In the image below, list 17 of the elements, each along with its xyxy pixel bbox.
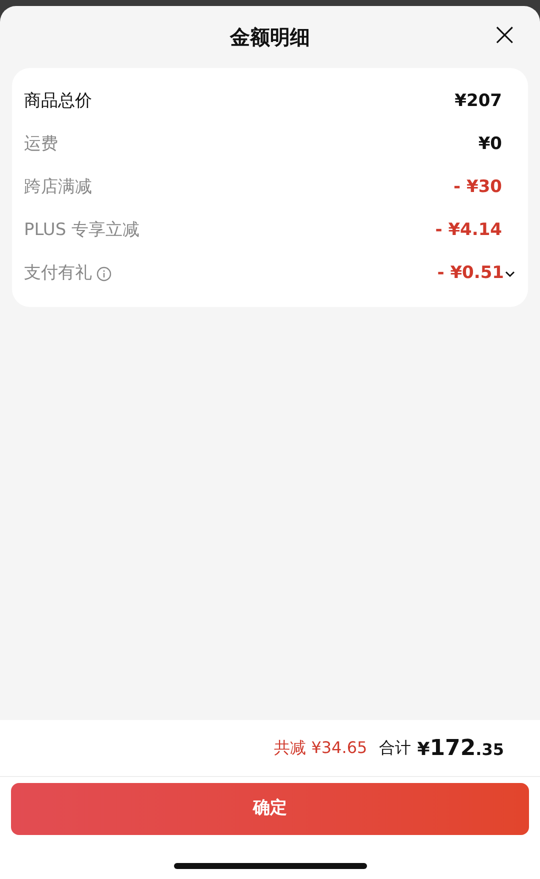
row-amount: - ¥30 [454,176,502,199]
row-amount: ¥0 [478,132,502,156]
row-amount: - ¥0.51 [437,262,504,285]
info-icon[interactable] [96,266,112,282]
sheet-title: 金额明细 [230,24,310,51]
discount-total: 共减 ¥34.65 [274,737,368,759]
row-label: 支付有礼 [24,262,92,285]
total-label: 合计 [379,737,412,759]
row-amount: ¥207 [454,90,502,113]
row-label: 商品总价 [24,90,92,113]
close-button[interactable]: × [491,18,518,50]
total-amount: ¥172.35 [417,734,504,762]
row-amount: - ¥4.14 [435,218,502,242]
row-label: 跨店满减 [24,176,92,199]
row-label: 运费 [24,132,58,156]
row-label: PLUS 专享立减 [24,218,140,242]
confirm-button[interactable]: 确定 [11,783,529,835]
